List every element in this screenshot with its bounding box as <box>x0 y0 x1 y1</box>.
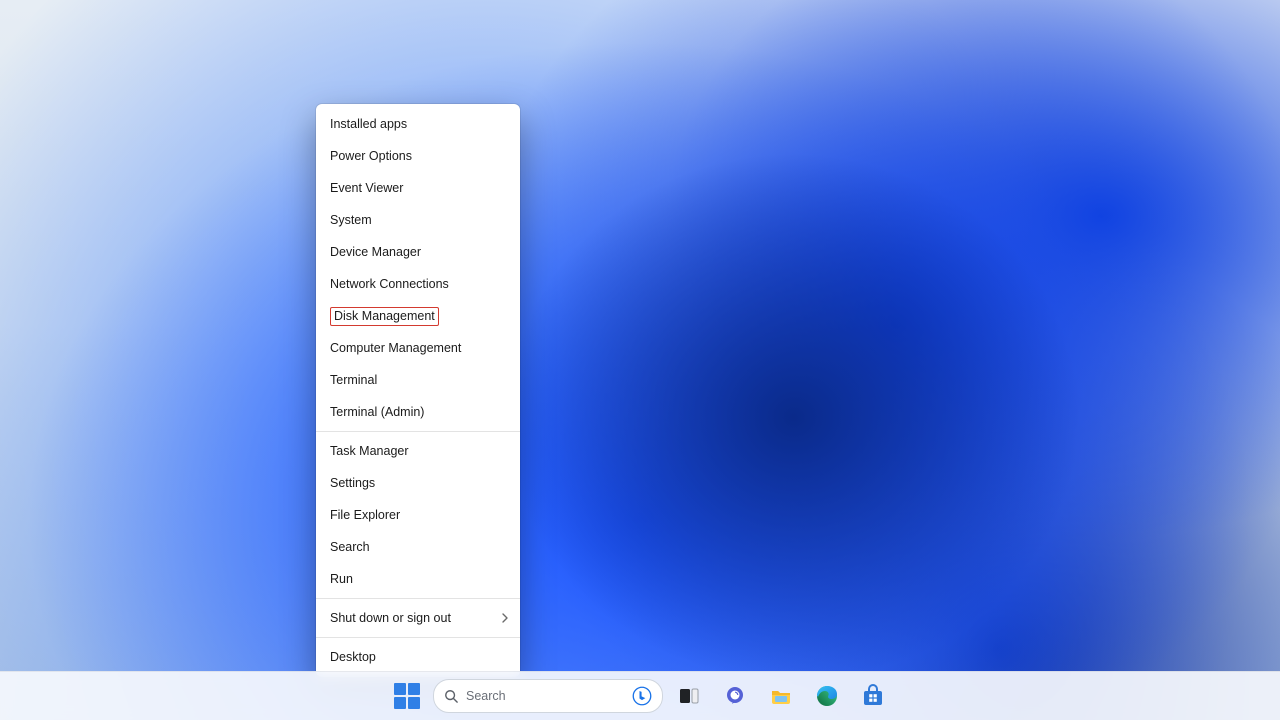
chat-icon <box>723 684 747 708</box>
menu-item-terminal-admin[interactable]: Terminal (Admin) <box>316 396 520 428</box>
taskbar-search[interactable]: Search <box>433 679 663 713</box>
menu-item-installed-apps[interactable]: Installed apps <box>316 108 520 140</box>
menu-item-search[interactable]: Search <box>316 531 520 563</box>
search-placeholder: Search <box>466 689 506 703</box>
menu-item-power-options[interactable]: Power Options <box>316 140 520 172</box>
windows-logo-icon <box>394 683 420 709</box>
menu-item-settings[interactable]: Settings <box>316 467 520 499</box>
store-button[interactable] <box>853 676 893 716</box>
menu-item-desktop[interactable]: Desktop <box>316 641 520 673</box>
edge-icon <box>815 684 839 708</box>
menu-item-file-explorer[interactable]: File Explorer <box>316 499 520 531</box>
edge-button[interactable] <box>807 676 847 716</box>
file-explorer-button[interactable] <box>761 676 801 716</box>
bing-chat-icon <box>632 686 652 706</box>
start-button[interactable] <box>387 676 427 716</box>
folder-icon <box>769 684 793 708</box>
menu-item-computer-management[interactable]: Computer Management <box>316 332 520 364</box>
chevron-right-icon <box>500 602 510 634</box>
desktop-wallpaper <box>0 0 1280 720</box>
menu-item-run[interactable]: Run <box>316 563 520 595</box>
taskview-icon <box>677 684 701 708</box>
menu-separator <box>316 598 520 599</box>
task-view-button[interactable] <box>669 676 709 716</box>
chat-button[interactable] <box>715 676 755 716</box>
menu-item-network-connections[interactable]: Network Connections <box>316 268 520 300</box>
winx-context-menu: Installed apps Power Options Event Viewe… <box>316 104 520 677</box>
menu-item-system[interactable]: System <box>316 204 520 236</box>
menu-item-device-manager[interactable]: Device Manager <box>316 236 520 268</box>
menu-separator <box>316 431 520 432</box>
taskbar: Search <box>0 671 1280 720</box>
menu-item-event-viewer[interactable]: Event Viewer <box>316 172 520 204</box>
menu-item-shut-down-sign-out[interactable]: Shut down or sign out <box>316 602 520 634</box>
menu-item-disk-management[interactable]: Disk Management <box>316 300 520 332</box>
store-icon <box>861 684 885 708</box>
search-icon <box>444 689 458 703</box>
menu-item-terminal[interactable]: Terminal <box>316 364 520 396</box>
menu-separator <box>316 637 520 638</box>
menu-item-task-manager[interactable]: Task Manager <box>316 435 520 467</box>
